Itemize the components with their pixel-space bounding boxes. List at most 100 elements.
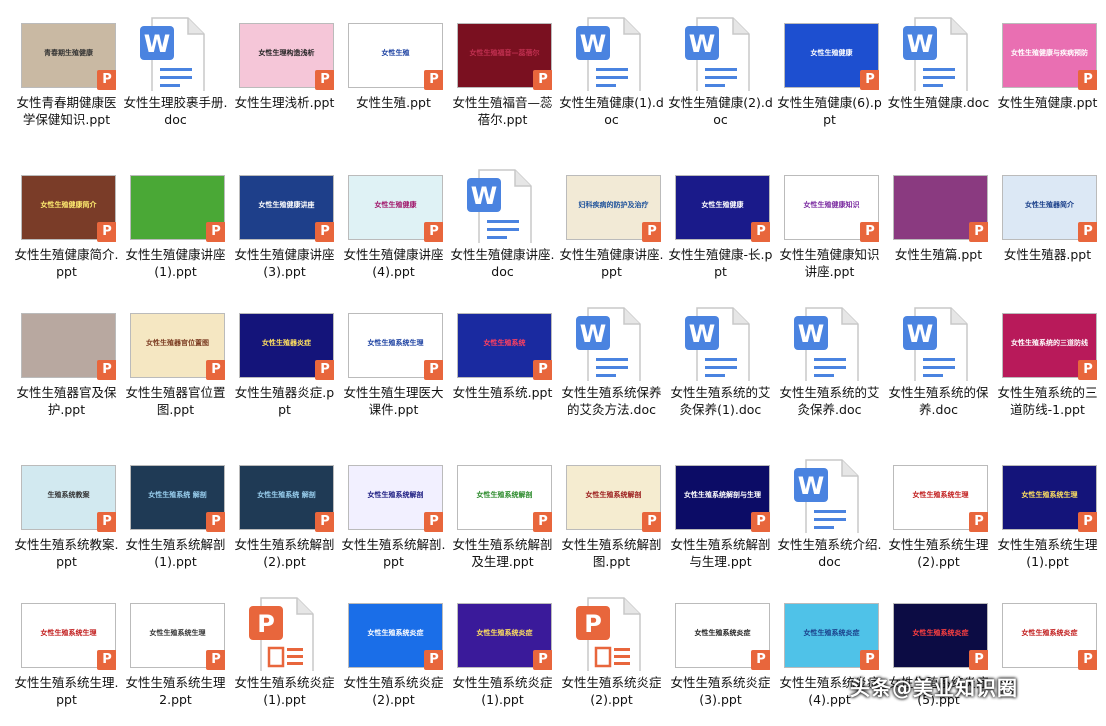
file-name: 女性生殖系统介绍.doc	[777, 537, 882, 569]
file-item[interactable]: 青春期生殖健康 P 女性青春期健康医学保健知识.ppt	[14, 6, 119, 146]
file-name: 女性生殖健康讲座(1).ppt	[125, 247, 226, 279]
powerpoint-badge-icon: P	[860, 70, 879, 90]
file-item[interactable]: 女性生殖健康 P 女性生殖健康(6).ppt	[777, 6, 882, 146]
powerpoint-badge-icon: P	[969, 650, 988, 670]
file-item[interactable]: 女性生殖系统解剖 P 女性生殖系统解剖.ppt	[341, 448, 446, 588]
svg-text:W: W	[798, 320, 824, 348]
file-name: 女性生殖健康知识讲座.ppt	[779, 247, 880, 279]
slide-thumbnail: 女性生殖系统生理 P	[1002, 458, 1097, 533]
svg-text:W: W	[144, 30, 170, 58]
file-item[interactable]: W 女性生殖系统的保养.doc	[886, 296, 991, 436]
file-item[interactable]: 女性生殖系统生理 P 女性生殖生理医大课件.ppt	[341, 296, 446, 436]
file-item[interactable]: 女性生理构造浅析 P 女性生理浅析.ppt	[232, 6, 337, 146]
file-item[interactable]: 女性生殖健康 P 女性生殖健康讲座(4).ppt	[341, 158, 446, 298]
slide-thumbnail: 女性生殖系统解剖 P	[566, 458, 661, 533]
file-item[interactable]: 女性生殖系统生理 P 女性生殖系统生理.ppt	[14, 586, 119, 726]
file-item[interactable]: 女性生殖健康简介 P 女性生殖健康简介.ppt	[14, 158, 119, 298]
file-item[interactable]: 女性生殖健康讲座 P 女性生殖健康讲座(3).ppt	[232, 158, 337, 298]
file-item[interactable]: 女性生殖系统生理 P 女性生殖系统生理(1).ppt	[995, 448, 1100, 588]
powerpoint-badge-icon: P	[206, 360, 225, 380]
file-item[interactable]: W 女性生殖系统介绍.doc	[777, 448, 882, 588]
slide-title: 女性生殖福音—蕊蓓尔	[469, 49, 540, 57]
file-name: 女性生殖系统炎症(1).ppt	[452, 675, 553, 707]
file-item[interactable]: W 女性生殖健康(2).doc	[668, 6, 773, 146]
file-item[interactable]: 女性生殖 P 女性生殖.ppt	[341, 6, 446, 146]
slide-title: 女性生殖系统炎症	[476, 629, 533, 637]
powerpoint-badge-icon: P	[315, 360, 334, 380]
file-item[interactable]: W 女性生殖健康(1).doc	[559, 6, 664, 146]
powerpoint-badge-icon: P	[751, 512, 770, 532]
file-item[interactable]: 女性生殖系统炎症 P 女性生殖系统炎症 (2).ppt	[341, 586, 446, 726]
file-item[interactable]: W 女性生殖系统的艾灸保养.doc	[777, 296, 882, 436]
file-name: 女性生殖系统炎症(3).ppt	[670, 675, 771, 707]
svg-text:W: W	[907, 320, 933, 348]
file-item[interactable]: 女性生殖系统炎症 P 女性生殖系统炎症(3).ppt	[668, 586, 773, 726]
file-name: 女性生殖健康讲座.doc	[450, 247, 555, 279]
powerpoint-badge-icon: P	[315, 222, 334, 242]
file-item[interactable]: 女性生殖系统炎症 P 女性生殖系统炎症(1).ppt	[450, 586, 555, 726]
powerpoint-badge-icon: P	[1078, 512, 1097, 532]
slide-thumbnail: P	[893, 168, 988, 243]
slide-title: 女性生殖健康	[810, 49, 853, 57]
file-item[interactable]: 女性生殖器官位置图 P 女性生殖器官位置图.ppt	[123, 296, 228, 436]
slide-title: 女性生殖健康讲座	[258, 201, 315, 209]
file-item[interactable]: P 女性生殖系统炎症 (1).ppt	[232, 586, 337, 726]
file-name: 女性生殖系统解剖.ppt	[341, 537, 446, 569]
file-item[interactable]: 女性生殖福音—蕊蓓尔 P 女性生殖福音—蕊蓓尔.ppt	[450, 6, 555, 146]
slide-title: 女性生殖健康简介	[40, 201, 97, 209]
file-item[interactable]: 女性生殖系统 解剖 P 女性生殖系统解剖(1).ppt	[123, 448, 228, 588]
powerpoint-badge-icon: P	[206, 512, 225, 532]
file-item[interactable]: 女性生殖系统解剖与生理 P 女性生殖系统解剖与生理.ppt	[668, 448, 773, 588]
powerpoint-badge-icon: P	[1078, 222, 1097, 242]
file-name: 女性生殖健康.doc	[887, 95, 990, 110]
word-document-icon: W	[893, 16, 988, 91]
file-item[interactable]: P 女性生殖篇.ppt	[886, 158, 991, 298]
file-item[interactable]: 生殖系统教案 P 女性生殖系统教案.ppt	[14, 448, 119, 588]
file-name: 女性生殖系统炎症 (2).ppt	[343, 675, 444, 707]
file-item[interactable]: P 女性生殖健康讲座(1).ppt	[123, 158, 228, 298]
svg-text:W: W	[580, 320, 606, 348]
file-item[interactable]: 妇科疾病的防护及治疗 P 女性生殖健康讲座.ppt	[559, 158, 664, 298]
slide-title: 女性生殖系统	[483, 339, 526, 347]
file-item[interactable]: 女性生殖系统 P 女性生殖系统.ppt	[450, 296, 555, 436]
word-document-icon: W	[566, 306, 661, 381]
file-name: 女性生殖系统.ppt	[452, 385, 553, 400]
file-item[interactable]: 女性生殖器炎症 P 女性生殖器炎症.ppt	[232, 296, 337, 436]
file-name: 女性生殖系统解剖与生理.ppt	[670, 537, 771, 569]
slide-title: 女性生殖系统生理	[1021, 491, 1078, 499]
file-item[interactable]: 女性生殖健康 P 女性生殖健康-长.ppt	[668, 158, 773, 298]
powerpoint-file-icon: P	[566, 596, 661, 671]
powerpoint-badge-icon: P	[751, 222, 770, 242]
file-item[interactable]: W 女性生殖健康.doc	[886, 6, 991, 146]
file-item[interactable]: 女性生殖系统炎症 P 女性生殖系统炎症(5).ppt	[886, 586, 991, 726]
file-item[interactable]: 女性生殖系统解剖 P 女性生殖系统解剖及生理.ppt	[450, 448, 555, 588]
file-item[interactable]: 女性生殖系统炎症 P	[995, 586, 1100, 726]
file-item[interactable]: 女性生殖系统解剖 P 女性生殖系统解剖图.ppt	[559, 448, 664, 588]
file-item[interactable]: 女性生殖系统 解剖 P 女性生殖系统解剖(2).ppt	[232, 448, 337, 588]
slide-thumbnail: 女性生殖健康 P	[675, 168, 770, 243]
slide-title: 女性生殖系统解剖	[367, 491, 424, 499]
slide-title: 女性生殖健康	[374, 201, 417, 209]
file-name: 女性生殖健康.ppt	[997, 95, 1098, 110]
file-item[interactable]: 女性生殖健康知识 P 女性生殖健康知识讲座.ppt	[777, 158, 882, 298]
powerpoint-file-icon: P	[239, 596, 334, 671]
file-name: 女性生殖健康-长.ppt	[668, 247, 773, 279]
slide-thumbnail: 女性生殖福音—蕊蓓尔 P	[457, 16, 552, 91]
file-item[interactable]: W 女性生理胶裹手册.doc	[123, 6, 228, 146]
word-document-icon: W	[675, 306, 770, 381]
file-item[interactable]: 女性生殖系统生理 P 女性生殖系统生理2.ppt	[123, 586, 228, 726]
file-item[interactable]: W 女性生殖系统保养的艾灸方法.doc	[559, 296, 664, 436]
file-name: 女性生殖健康(6).ppt	[777, 95, 882, 127]
file-item[interactable]: W 女性生殖健康讲座.doc	[450, 158, 555, 298]
file-item[interactable]: P 女性生殖系统炎症(2).ppt	[559, 586, 664, 726]
file-item[interactable]: 女性生殖系统的三道防线 P 女性生殖系统的三道防线-1.ppt	[995, 296, 1100, 436]
file-item[interactable]: 女性生殖健康与疾病预防 P 女性生殖健康.ppt	[995, 6, 1100, 146]
file-item[interactable]: W 女性生殖系统的艾灸保养(1).doc	[668, 296, 773, 436]
slide-thumbnail: 女性生殖系统解剖 P	[348, 458, 443, 533]
file-item[interactable]: 女性生殖系统生理 P 女性生殖系统生理 (2).ppt	[886, 448, 991, 588]
file-item[interactable]: P 女性生殖器官及保护.ppt	[14, 296, 119, 436]
slide-title: 女性生殖健康知识	[803, 201, 860, 209]
file-item[interactable]: 女性生殖系统炎症 P 女性生殖系统炎症(4).ppt	[777, 586, 882, 726]
slide-thumbnail: 女性生殖健康简介 P	[21, 168, 116, 243]
file-item[interactable]: 女性生殖器简介 P 女性生殖器.ppt	[995, 158, 1100, 298]
